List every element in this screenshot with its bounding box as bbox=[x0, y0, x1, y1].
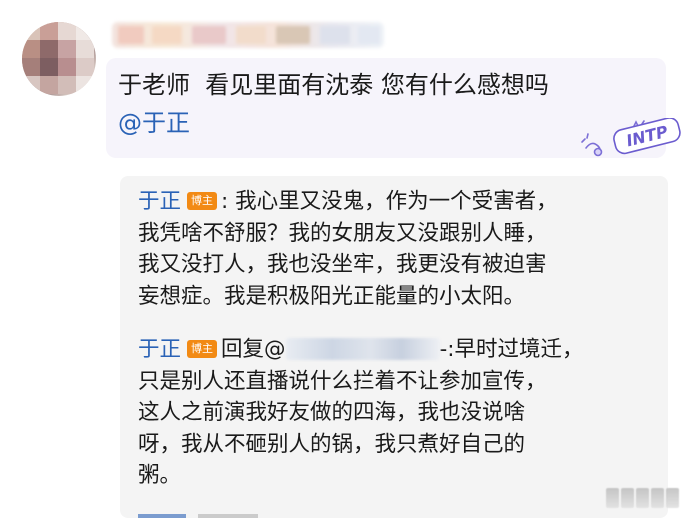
reply-target-redacted[interactable] bbox=[285, 338, 440, 360]
reply-text: 这人之前演我好友做的四海，我也没说啥 bbox=[138, 400, 526, 425]
watermark bbox=[606, 488, 682, 510]
next-reply-cutoff bbox=[138, 506, 258, 518]
reply-item-1: 于正 博主: 我心里又没鬼，作为一个受害者， 我凭啥不舒服？我的女朋友又没跟别人睡… bbox=[138, 186, 658, 312]
mention-link[interactable]: @于正 bbox=[118, 104, 190, 142]
reply-text: 妄想症。我是积极阳光正能量的小太阳。 bbox=[138, 283, 526, 309]
reply-prefix: 回复@ bbox=[221, 337, 286, 362]
reply-author-link[interactable]: 于正 bbox=[138, 337, 181, 362]
reply-text: 只是别人还直播说什么拦着不让参加宣传， bbox=[138, 368, 547, 394]
reply-text: : 我心里又没鬼，作为一个受害者， bbox=[221, 189, 558, 214]
reply-text: -:早时过境迁， bbox=[439, 337, 584, 362]
reply-text: 我又没打人，我也没坐牢，我更没有被迫害 bbox=[138, 252, 547, 277]
reply-text: 呀，我从不砸别人的锅，我只煮好自己的 bbox=[138, 431, 526, 457]
reply-text: 粥。 bbox=[138, 463, 182, 488]
reply-line: 于正 博主: 我心里又没鬼，作为一个受害者， bbox=[138, 186, 658, 218]
blogger-badge: 博主 bbox=[187, 340, 218, 358]
reply-text: 我凭啥不舒服？我的女朋友又没跟别人睡， bbox=[138, 220, 547, 246]
blogger-badge: 博主 bbox=[187, 192, 218, 210]
comment-text: 于老师 看见里面有沈泰 您有什么感想吗 bbox=[118, 71, 549, 99]
reply-item-2: 于正 博主 回复@ -:早时过境迁， 只是别人还直播说什么拦着不让参加宣传， 这人之前… bbox=[138, 334, 658, 492]
reply-line: 于正 博主 回复@ -:早时过境迁， bbox=[138, 334, 658, 366]
username-redacted[interactable] bbox=[112, 22, 384, 48]
weibo-comment-screenshot: 于老师 看见里面有沈泰 您有什么感想吗 @于正 INTP 于正 博主: 我心里又没… bbox=[0, 0, 690, 518]
intp-sticker-icon: INTP bbox=[581, 118, 681, 157]
reply-author-link[interactable]: 于正 bbox=[138, 189, 181, 214]
avatar[interactable] bbox=[22, 22, 96, 96]
